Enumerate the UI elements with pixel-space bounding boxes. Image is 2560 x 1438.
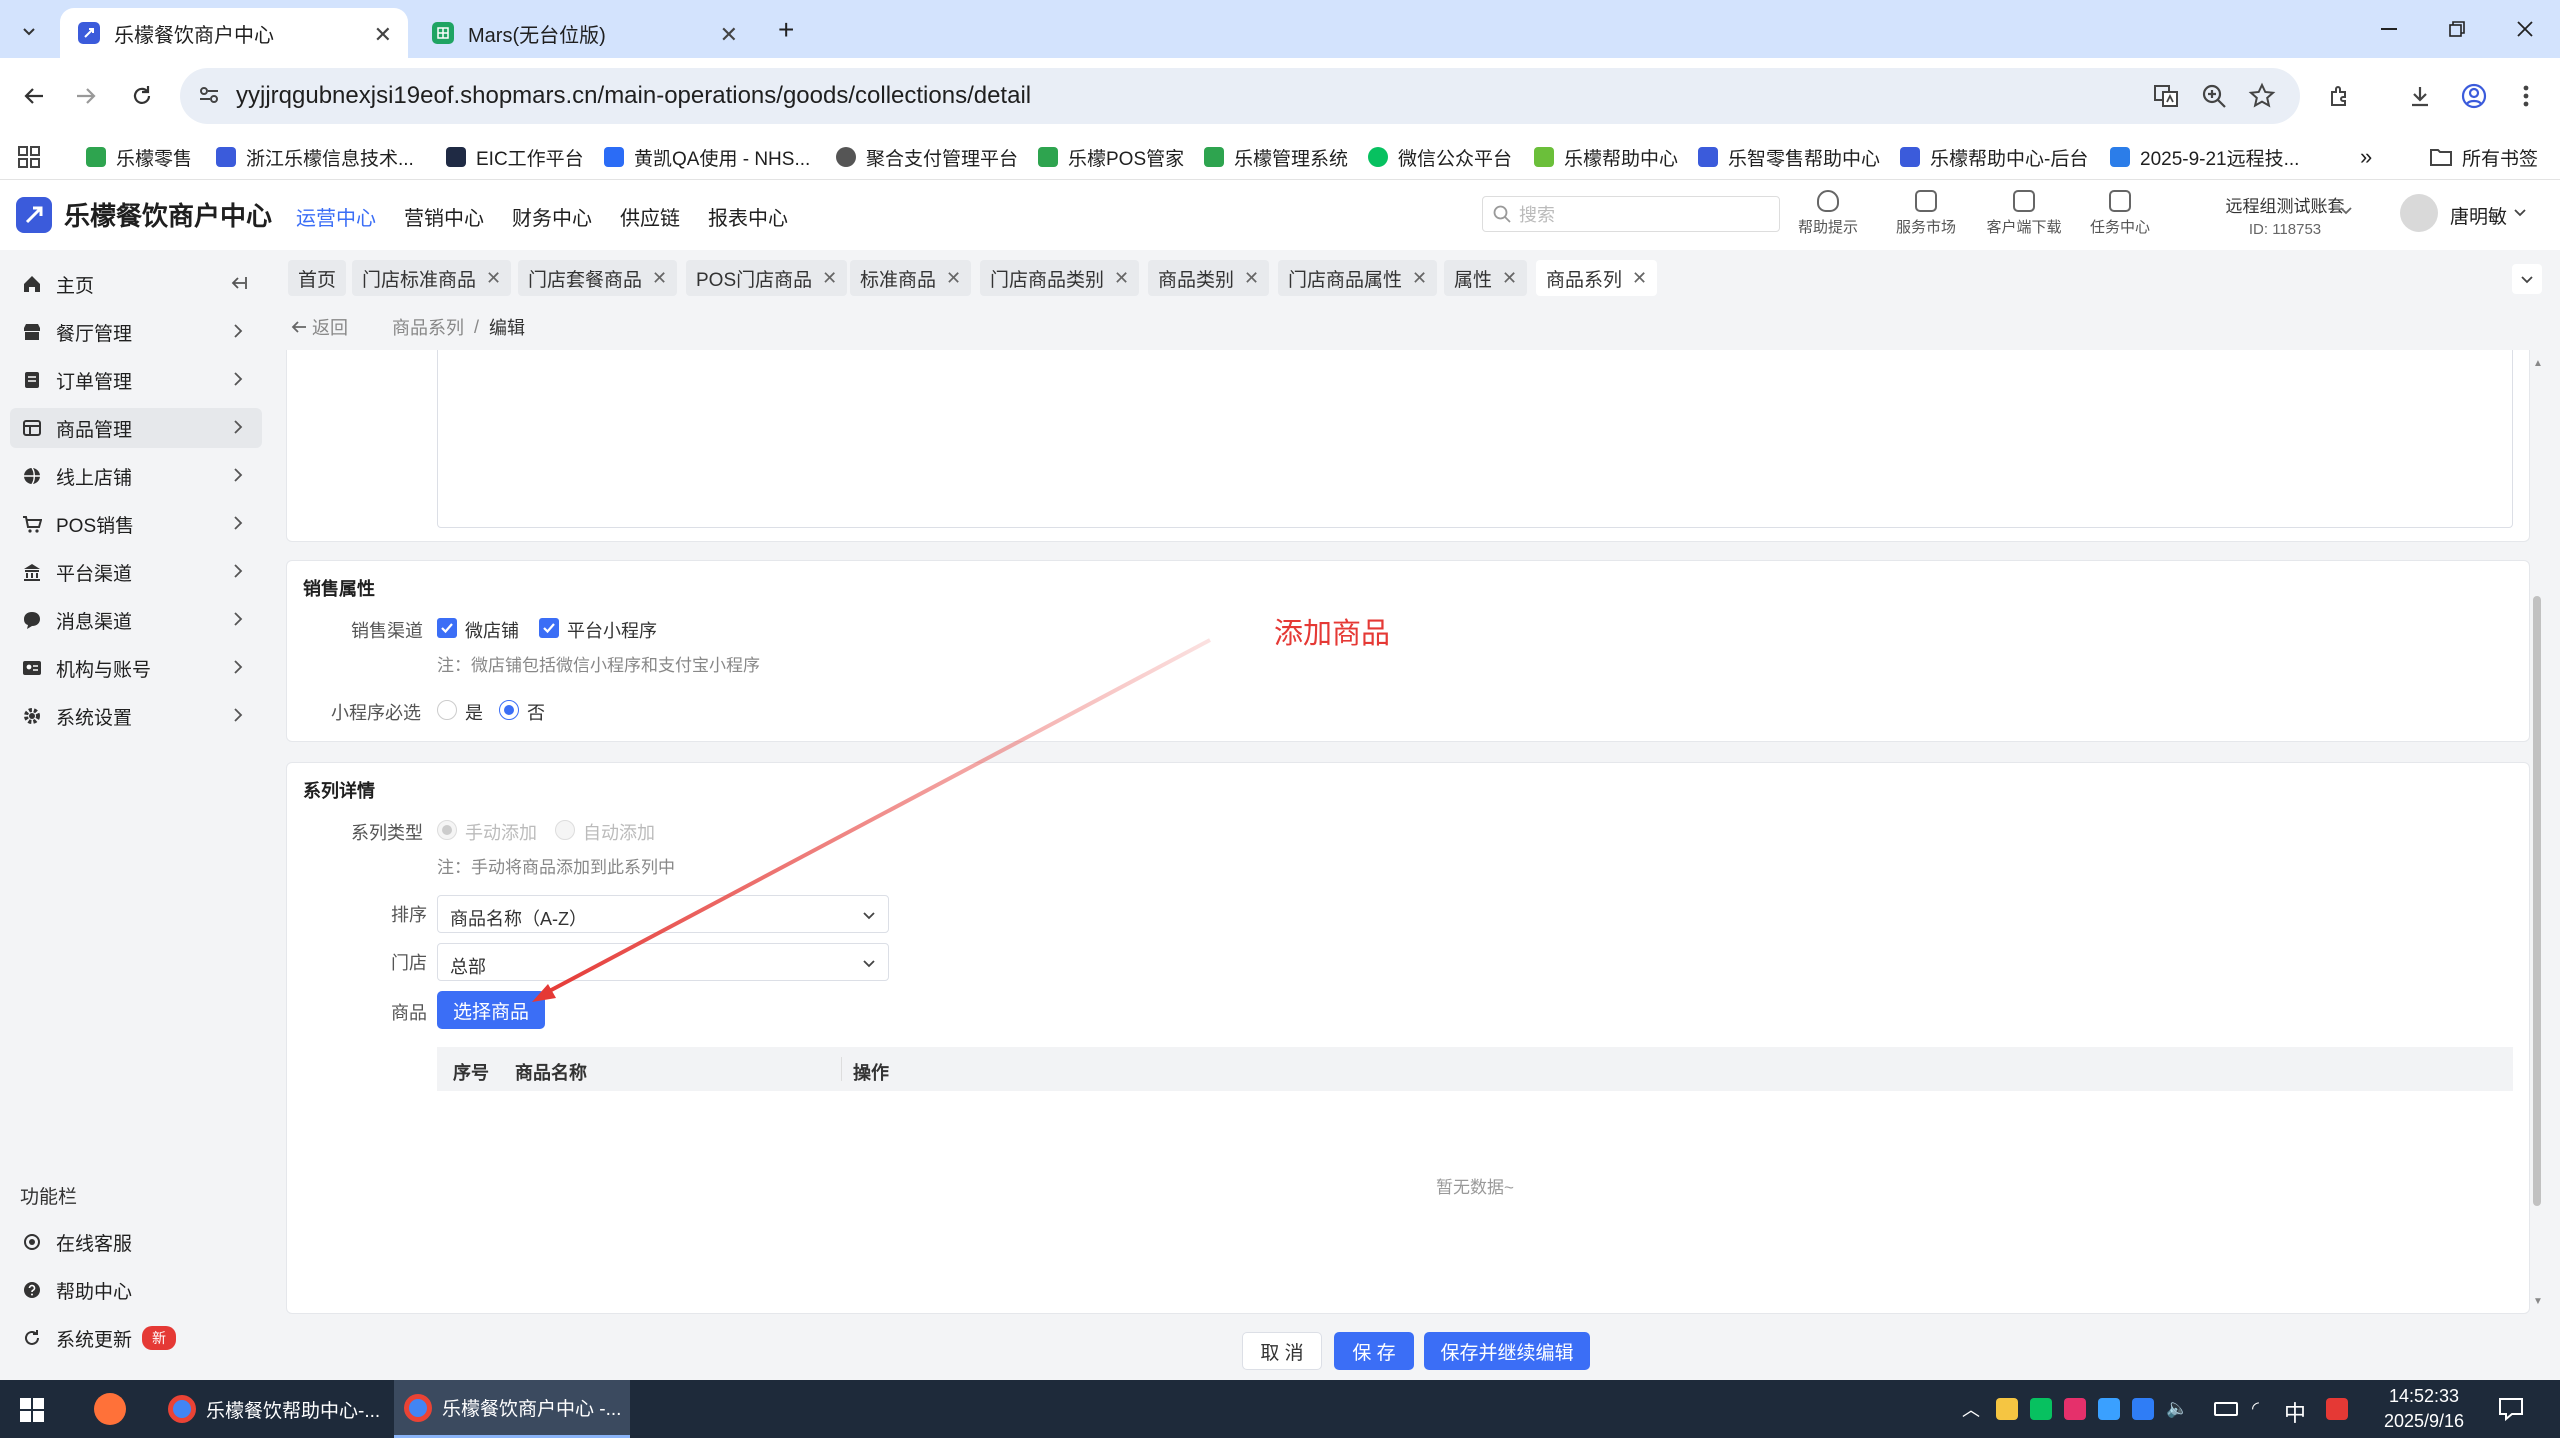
clock[interactable]: 14:52:33 2025/9/16	[2364, 1386, 2484, 1432]
feishu-icon[interactable]	[2132, 1398, 2154, 1420]
clock-date: 2025/9/16	[2383, 1411, 2465, 1431]
qq-icon[interactable]	[1996, 1398, 2018, 1420]
save-continue-button[interactable]: 保存并继续编辑	[1424, 1332, 1590, 1370]
taskbar-chrome-help[interactable]: 乐檬餐饮帮助中心-...	[160, 1380, 386, 1438]
volume-icon[interactable]: 🔈	[2166, 1398, 2188, 1419]
app-tray-icon[interactable]	[2064, 1398, 2086, 1420]
windows-taskbar: 乐檬餐饮帮助中心-... 乐檬餐饮商户中心 -... ︿ 🔈 ◜ 中 14:52…	[0, 1380, 2560, 1438]
notification-icon[interactable]	[2498, 1396, 2524, 1422]
battery-icon[interactable]	[2214, 1402, 2238, 1416]
ime-indicator[interactable]: 中	[2284, 1396, 2306, 1428]
taskbar-chrome-merchant[interactable]: 乐檬餐饮商户中心 -...	[394, 1380, 630, 1438]
save-button[interactable]: 保 存	[1334, 1332, 1414, 1370]
wifi-icon[interactable]: ◜	[2252, 1398, 2259, 1419]
wechat-icon[interactable]	[2030, 1398, 2052, 1420]
annotation-arrow	[532, 638, 1211, 1002]
cancel-button[interactable]: 取 消	[1242, 1332, 1322, 1370]
chrome-icon	[404, 1393, 432, 1422]
annotation-label: 添加商品	[1274, 618, 1391, 650]
firefox-icon[interactable]	[94, 1393, 126, 1425]
chrome-icon	[168, 1395, 196, 1423]
network-app-icon[interactable]	[2098, 1398, 2120, 1420]
taskbar-app-label: 乐檬餐饮商户中心 -...	[442, 1399, 622, 1420]
sogou-icon[interactable]	[2326, 1398, 2348, 1420]
tray-expand-icon[interactable]: ︿	[1962, 1396, 1980, 1422]
clock-time: 14:52:33	[2388, 1386, 2460, 1406]
windows-start-icon[interactable]	[20, 1398, 44, 1422]
taskbar-app-label: 乐檬餐饮帮助中心-...	[206, 1400, 381, 1422]
